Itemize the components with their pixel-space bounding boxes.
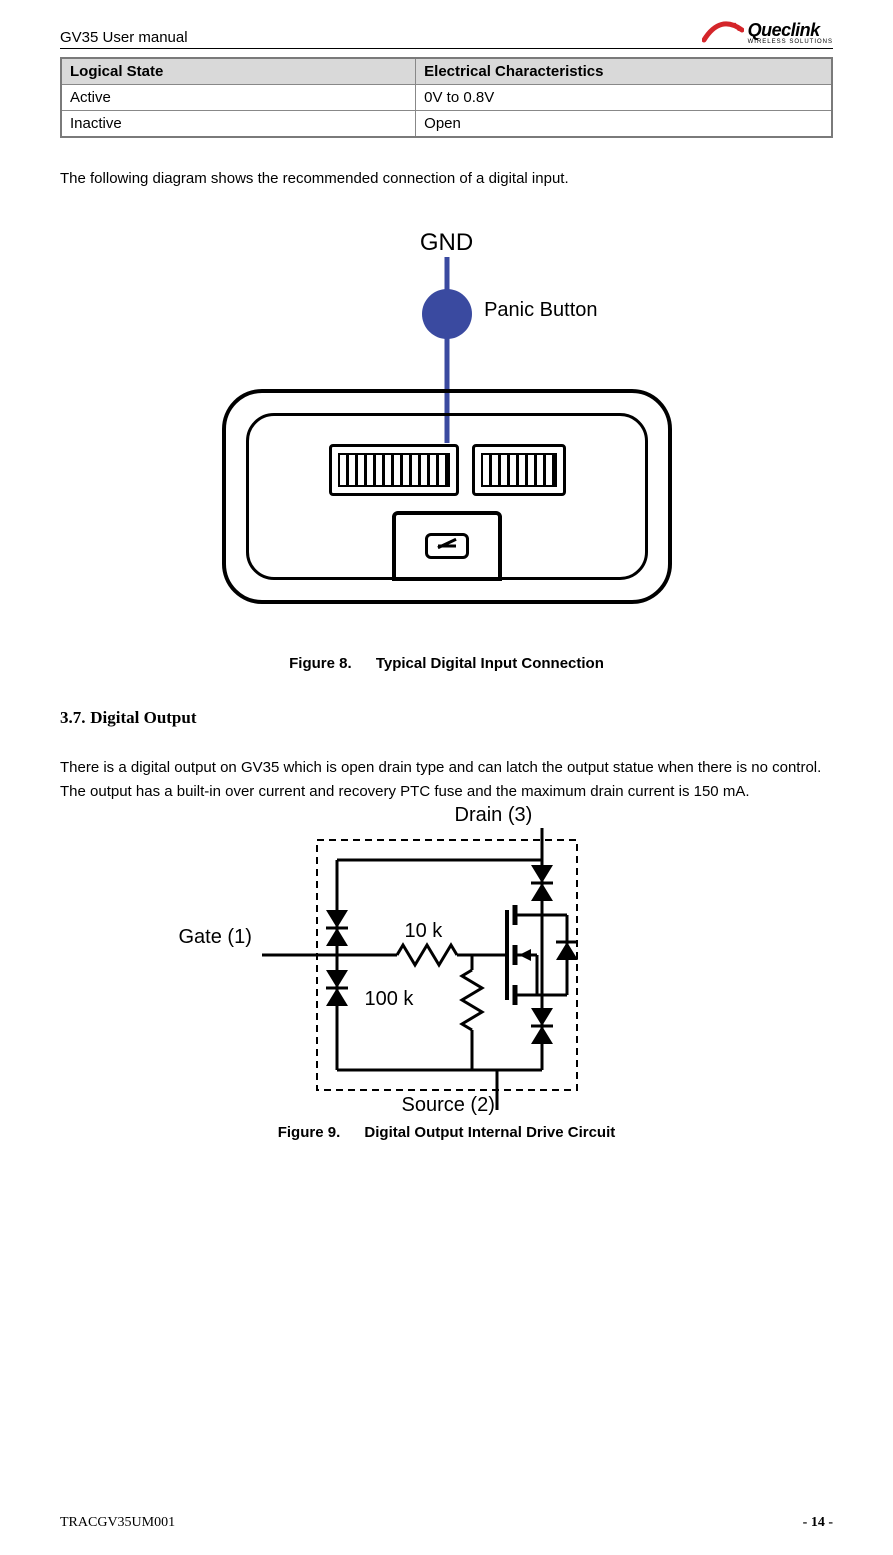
table-header-char: Electrical Characteristics [416, 58, 832, 85]
table-row: Inactive Open [61, 111, 832, 138]
page-header: GV35 User manual Queclink WIRELESS SOLUT… [60, 20, 833, 49]
table-cell: Active [61, 85, 416, 111]
figure-number: Figure 8. [289, 655, 352, 672]
logo-brand-text: Queclink [748, 21, 820, 39]
section-heading: 3.7. Digital Output [60, 708, 833, 728]
logical-state-table: Logical State Electrical Characteristics… [60, 57, 833, 138]
connector-left-icon [329, 444, 459, 496]
drain-label: Drain (3) [455, 804, 533, 827]
section-paragraph: There is a digital output on GV35 which … [60, 756, 833, 804]
device-outline [222, 389, 672, 604]
r1-label: 10 k [405, 920, 443, 943]
figure-8-diagram: GND Panic Button [212, 229, 682, 619]
gnd-label: GND [420, 229, 473, 257]
figure-8-caption: Figure 8. Typical Digital Input Connecti… [60, 655, 833, 672]
brand-logo: Queclink WIRELESS SOLUTIONS [702, 20, 833, 46]
figure-9-caption: Figure 9. Digital Output Internal Drive … [60, 1124, 833, 1141]
usb-symbol-icon [425, 533, 469, 559]
logo-swoosh-icon [702, 20, 744, 46]
footer-page-number: - 14 - [803, 1515, 833, 1531]
section-title: Digital Output [90, 708, 196, 727]
section-number: 3.7. [60, 708, 86, 727]
gnd-wire [444, 257, 449, 291]
figure-number: Figure 9. [278, 1124, 341, 1141]
table-cell: Inactive [61, 111, 416, 138]
panic-button-label: Panic Button [484, 299, 597, 322]
figure-9-diagram: Gate (1) Drain (3) Source (2) 10 k 100 k [207, 810, 687, 1120]
logo-tagline-text: WIRELESS SOLUTIONS [748, 39, 833, 45]
table-cell: 0V to 0.8V [416, 85, 832, 111]
table-row: Active 0V to 0.8V [61, 85, 832, 111]
table-header-state: Logical State [61, 58, 416, 85]
doc-title: GV35 User manual [60, 29, 188, 46]
figure-title: Digital Output Internal Drive Circuit [364, 1124, 615, 1141]
figure-title: Typical Digital Input Connection [376, 655, 604, 672]
panic-button-icon [422, 289, 472, 339]
source-label: Source (2) [402, 1094, 495, 1117]
intro-paragraph: The following diagram shows the recommen… [60, 168, 833, 189]
r2-label: 100 k [365, 988, 414, 1011]
footer-doc-id: TRACGV35UM001 [60, 1515, 175, 1531]
connector-right-icon [472, 444, 566, 496]
device-inner-outline [246, 413, 648, 580]
table-cell: Open [416, 111, 832, 138]
usb-port-icon [392, 511, 502, 581]
figure-8-container: GND Panic Button [60, 229, 833, 619]
page-footer: TRACGV35UM001 - 14 - [60, 1515, 833, 1531]
figure-9-container: Gate (1) Drain (3) Source (2) 10 k 100 k [60, 810, 833, 1120]
gate-label: Gate (1) [179, 926, 252, 949]
